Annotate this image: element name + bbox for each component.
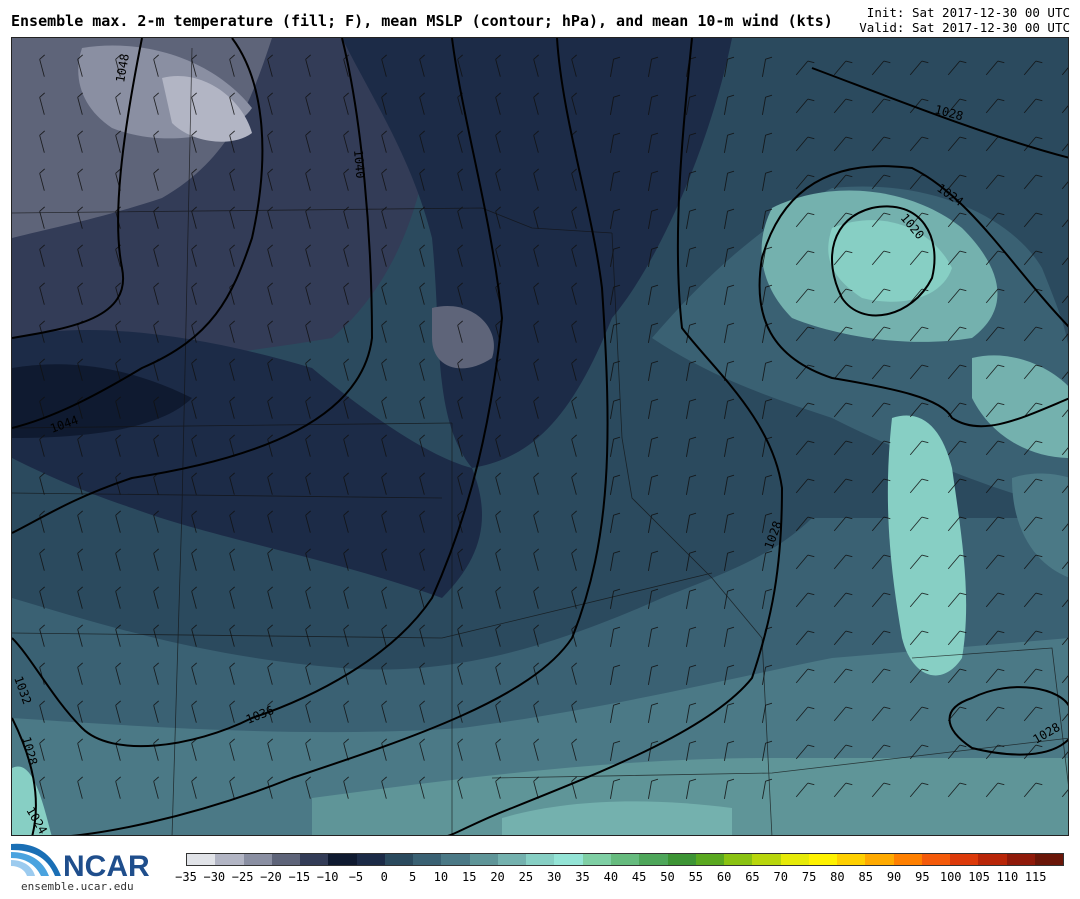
colorbar-swatch (639, 854, 668, 865)
colorbar-swatch (921, 854, 951, 865)
colorbar-tick-label: 0 (380, 870, 388, 884)
colorbar-swatch (610, 854, 640, 865)
colorbar-swatch (808, 854, 838, 865)
colorbar-swatch (271, 854, 301, 865)
map-canvas: 1048 1040 1044 1036 1032 1028 1024 1028 … (12, 38, 1068, 835)
colorbar-tick-label: −5 (348, 870, 364, 884)
colorbar-swatch (384, 854, 414, 865)
colorbar-swatch (837, 854, 866, 865)
contour-label: 1040 (351, 149, 367, 179)
colorbar-tick-label: −10 (316, 870, 339, 884)
colorbar-swatch (187, 854, 216, 865)
colorbar-tick-label: 5 (408, 870, 417, 884)
colorbar-swatch (441, 854, 470, 865)
colorbar-swatch (328, 854, 357, 865)
colorbar-tick-label: 100 (939, 870, 962, 884)
colorbar-swatch (526, 854, 555, 865)
colorbar-swatch (469, 854, 498, 865)
colorbar-tick-label: 20 (490, 870, 505, 884)
colorbar-tick-label: 45 (631, 870, 647, 884)
colorbar-tick-label: 110 (996, 870, 1019, 884)
colorbar-labels: −35 −30 −25 −20 −15 −10 −5 0 5 10 15 20 25 30 35 40 45 50… (175, 870, 1064, 886)
valid-time: Valid: Sat 2017-12-30 00 UTC (859, 20, 1070, 35)
colorbar-swatch (950, 854, 979, 865)
colorbar-swatch (554, 854, 583, 865)
colorbar-tick-label: −30 (203, 870, 226, 884)
colorbar-swatch (356, 854, 385, 865)
colorbar-swatch (215, 854, 244, 865)
ncar-logo-text: NCAR (63, 850, 150, 880)
colorbar-tick-label: 30 (546, 870, 562, 884)
colorbar-swatch (243, 854, 272, 865)
colorbar-swatch (724, 854, 753, 865)
colorbar-tick-label: 35 (575, 870, 590, 884)
colorbar-tick-label: 55 (688, 870, 704, 884)
colorbar-tick-label: 75 (801, 870, 817, 884)
colorbar-swatch (752, 854, 781, 865)
figure-title: Ensemble max. 2-m temperature (fill; F),… (11, 12, 833, 30)
colorbar-tick-label: −35 (175, 870, 197, 884)
init-time: Init: Sat 2017-12-30 00 UTC (866, 5, 1070, 20)
colorbar-tick-label: −20 (260, 870, 282, 884)
ncar-swoosh-icon: NCAR (11, 843, 150, 883)
colorbar-tick-label: 85 (858, 870, 873, 884)
colorbar-swatch (893, 854, 922, 865)
colorbar-tick-label: 80 (830, 870, 845, 884)
colorbar-tick-label: 60 (716, 870, 732, 884)
colorbar-tick-label: 15 (461, 870, 477, 884)
colorbar-swatch (695, 854, 725, 865)
colorbar-swatch (1006, 854, 1035, 865)
colorbar-tick-label: 50 (660, 870, 675, 884)
colorbar-tick-label: 95 (915, 870, 930, 884)
colorbar-swatch (865, 854, 894, 865)
colorbar-swatch (978, 854, 1007, 865)
forecast-map: 1048 1040 1044 1036 1032 1028 1024 1028 … (11, 37, 1069, 836)
colorbar-tick-label: 105 (968, 870, 990, 884)
colorbar-swatch (582, 854, 611, 865)
colorbar-tick-label: 70 (773, 870, 788, 884)
colorbar-swatch (1034, 854, 1064, 865)
colorbar-swatch (413, 854, 442, 865)
colorbar-tick-label: −15 (288, 870, 311, 884)
site-url: ensemble.ucar.edu (21, 880, 134, 893)
colorbar-tick-label: 115 (1024, 870, 1047, 884)
colorbar-tick-label: 40 (603, 870, 619, 884)
run-timestamps: Init: Sat 2017-12-30 00 UTC Valid: Sat 20… (859, 5, 1070, 35)
colorbar-tick-label: −25 (231, 870, 254, 884)
temperature-colorbar (186, 853, 1064, 866)
colorbar-swatch (667, 854, 696, 865)
colorbar-tick-label: 25 (518, 870, 534, 884)
colorbar-swatch (780, 854, 809, 865)
colorbar-tick-label: 90 (886, 870, 902, 884)
colorbar-tick-label: 10 (433, 870, 449, 884)
colorbar-swatch (497, 854, 527, 865)
colorbar-swatch (300, 854, 329, 865)
colorbar-tick-label: 65 (745, 870, 760, 884)
